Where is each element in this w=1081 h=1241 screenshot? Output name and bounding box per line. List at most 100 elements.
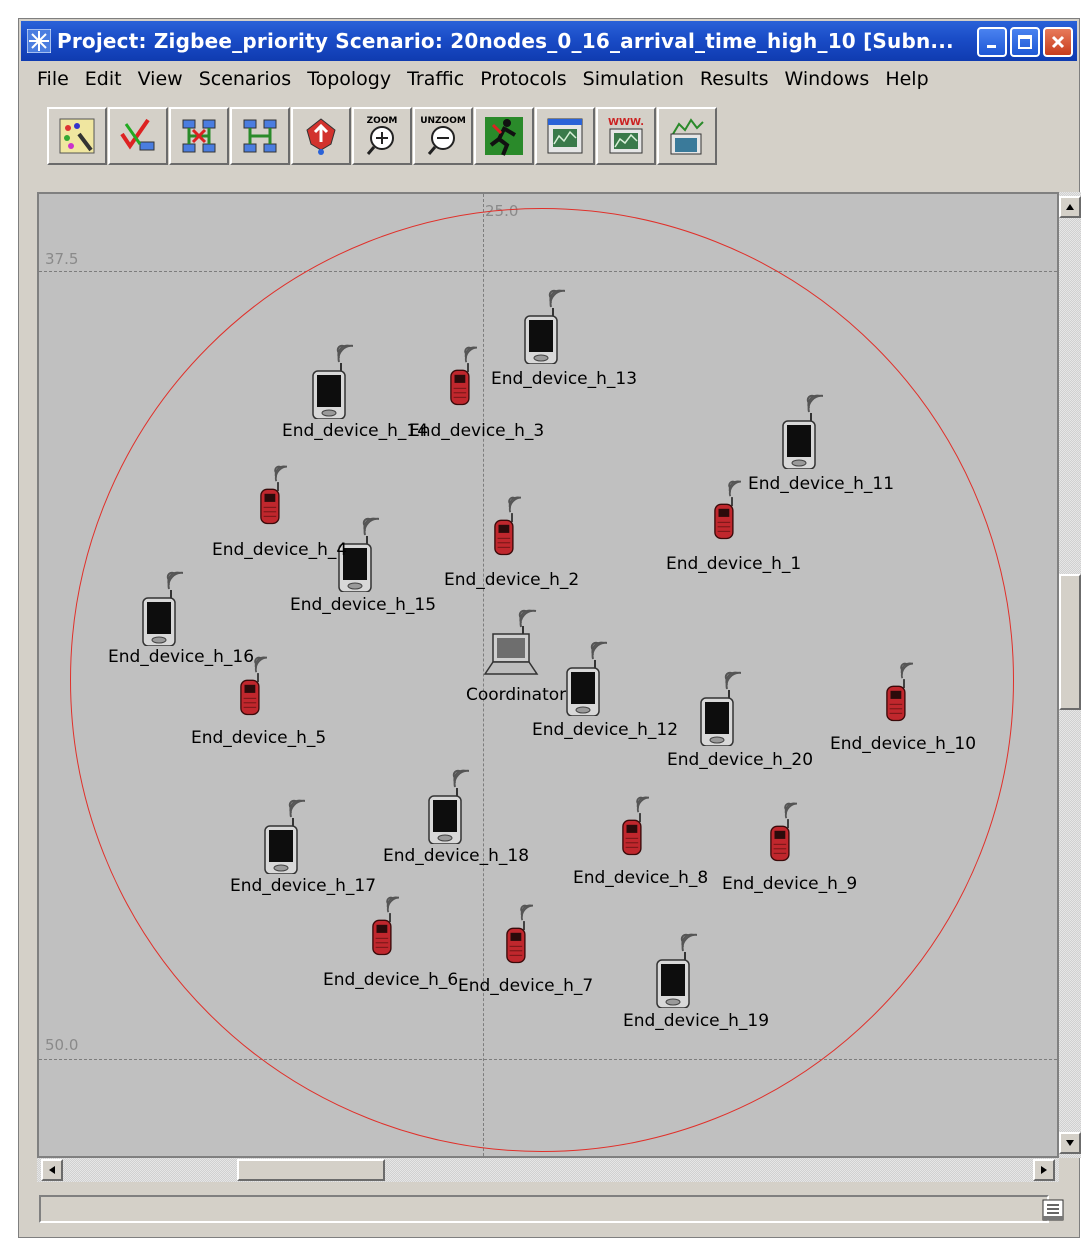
close-icon (1051, 35, 1065, 49)
hide-graphs-button[interactable] (657, 107, 717, 165)
scroll-right-button[interactable] (1033, 1159, 1055, 1181)
menu-results[interactable]: Results (700, 68, 769, 90)
red-phone-icon[interactable] (877, 656, 913, 722)
node-label-h4[interactable]: End_device_h_4 (212, 540, 347, 560)
node-label-h8[interactable]: End_device_h_8 (573, 868, 708, 888)
pda-icon[interactable] (307, 339, 353, 419)
recover-link-icon (243, 119, 277, 153)
parent-subnet-icon (306, 118, 336, 155)
minimize-button[interactable] (977, 27, 1007, 57)
pda-icon[interactable] (423, 764, 469, 844)
node-label-h6[interactable]: End_device_h_6 (323, 970, 458, 990)
toolbar: ZOOM UNZOOM WWW. (47, 107, 717, 165)
return-to-parent-button[interactable] (291, 107, 351, 165)
node-label-h14[interactable]: End_device_h_14 (282, 421, 428, 441)
red-phone-icon[interactable] (761, 796, 797, 862)
node-label-h12[interactable]: End_device_h_12 (532, 720, 678, 740)
fail-link-button[interactable] (169, 107, 229, 165)
recover-link-button[interactable] (230, 107, 290, 165)
menu-protocols[interactable]: Protocols (480, 68, 566, 90)
grid-label-y-top: 37.5 (45, 250, 79, 268)
scroll-left-button[interactable] (41, 1159, 63, 1181)
red-phone-icon[interactable] (363, 890, 399, 956)
red-phone-icon[interactable] (441, 340, 477, 406)
maximize-button[interactable] (1010, 27, 1040, 57)
menu-windows[interactable]: Windows (784, 68, 869, 90)
node-label-h9[interactable]: End_device_h_9 (722, 874, 857, 894)
web-report-icon: WWW. (608, 117, 644, 154)
red-phone-icon[interactable] (705, 474, 741, 540)
svg-text:WWW.: WWW. (608, 117, 644, 128)
web-report-button[interactable]: WWW. (596, 107, 656, 165)
arrow-left-icon (49, 1166, 55, 1174)
node-label-h5[interactable]: End_device_h_5 (191, 728, 326, 748)
node-label-h10[interactable]: End_device_h_10 (830, 734, 976, 754)
node-label-h17[interactable]: End_device_h_17 (230, 876, 376, 896)
network-canvas[interactable]: 25.0 37.5 50.0 Coordinator End_device_h_… (37, 192, 1059, 1158)
node-label-h13[interactable]: End_device_h_13 (491, 369, 637, 389)
horizontal-scrollbar[interactable] (37, 1158, 1059, 1182)
menu-simulation[interactable]: Simulation (583, 68, 684, 90)
window-title: Project: Zigbee_priority Scenario: 20nod… (57, 29, 954, 53)
app-star-icon (27, 29, 51, 53)
red-phone-icon[interactable] (485, 490, 521, 556)
object-palette-button[interactable] (47, 107, 107, 165)
horizontal-scroll-thumb[interactable] (237, 1159, 385, 1181)
zoom-in-icon: ZOOM (367, 116, 397, 155)
maximize-icon (1018, 35, 1032, 49)
node-label-coordinator[interactable]: Coordinator (466, 685, 566, 705)
running-man-icon (485, 117, 523, 156)
pda-icon[interactable] (695, 666, 741, 746)
node-label-h2[interactable]: End_device_h_2 (444, 570, 579, 590)
node-label-h7[interactable]: End_device_h_7 (458, 976, 593, 996)
menu-topology[interactable]: Topology (307, 68, 391, 90)
node-label-h11[interactable]: End_device_h_11 (748, 474, 894, 494)
object-palette-icon (59, 118, 95, 154)
vertical-scroll-thumb[interactable] (1059, 574, 1081, 710)
zoom-out-icon: UNZOOM (420, 116, 466, 155)
status-bar (39, 1195, 1049, 1223)
node-label-h1[interactable]: End_device_h_1 (666, 554, 801, 574)
scroll-up-button[interactable] (1059, 196, 1081, 218)
red-phone-icon[interactable] (251, 459, 287, 525)
menu-help[interactable]: Help (885, 68, 928, 90)
check-links-icon (120, 118, 155, 151)
check-links-button[interactable] (108, 107, 168, 165)
red-phone-icon[interactable] (613, 790, 649, 856)
zoom-button[interactable]: ZOOM (352, 107, 412, 165)
node-label-h19[interactable]: End_device_h_19 (623, 1011, 769, 1031)
menu-file[interactable]: File (37, 68, 69, 90)
menu-view[interactable]: View (138, 68, 183, 90)
view-results-button[interactable] (535, 107, 595, 165)
menu-edit[interactable]: Edit (85, 68, 122, 90)
configure-simulation-button[interactable] (474, 107, 534, 165)
pda-icon[interactable] (777, 389, 823, 469)
title-bar[interactable]: Project: Zigbee_priority Scenario: 20nod… (21, 21, 1077, 61)
grid-label-y-bottom: 50.0 (45, 1036, 79, 1054)
node-label-h3[interactable]: End_device_h_3 (409, 421, 544, 441)
menu-traffic[interactable]: Traffic (407, 68, 464, 90)
message-log-icon[interactable] (1039, 1197, 1067, 1223)
fail-link-icon (182, 119, 216, 153)
pda-icon[interactable] (519, 284, 565, 364)
node-label-h16[interactable]: End_device_h_16 (108, 647, 254, 667)
menu-scenarios[interactable]: Scenarios (199, 68, 292, 90)
pda-icon[interactable] (259, 794, 305, 874)
pda-icon[interactable] (651, 928, 697, 1008)
unzoom-button[interactable]: UNZOOM (413, 107, 473, 165)
pda-icon[interactable] (137, 566, 183, 646)
pda-icon[interactable] (561, 636, 607, 716)
menu-bar: File Edit View Scenarios Topology Traffi… (21, 65, 1077, 93)
node-label-h15[interactable]: End_device_h_15 (290, 595, 436, 615)
node-label-h18[interactable]: End_device_h_18 (383, 846, 529, 866)
close-button[interactable] (1043, 27, 1073, 57)
svg-text:UNZOOM: UNZOOM (420, 116, 466, 126)
vertical-scrollbar[interactable] (1059, 192, 1081, 1158)
red-phone-icon[interactable] (497, 898, 533, 964)
scroll-down-button[interactable] (1059, 1132, 1081, 1154)
laptop-icon[interactable] (473, 604, 543, 684)
minimize-icon (987, 45, 996, 48)
node-label-h20[interactable]: End_device_h_20 (667, 750, 813, 770)
arrow-down-icon (1066, 1140, 1074, 1146)
graphs-icon (670, 118, 704, 155)
